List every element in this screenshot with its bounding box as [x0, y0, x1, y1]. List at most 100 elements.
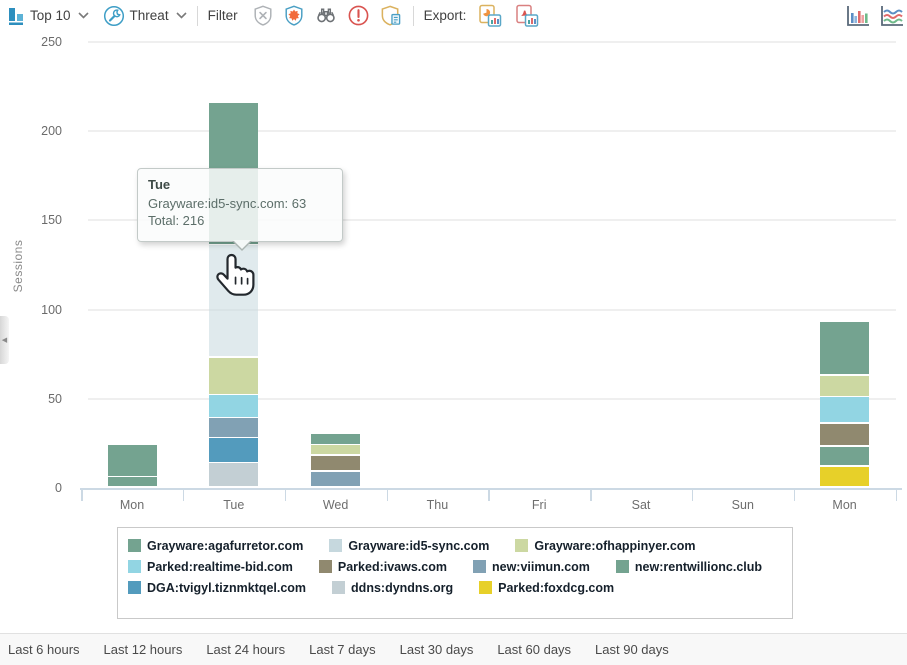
- legend-label: Grayware:id5-sync.com: [348, 539, 489, 553]
- toolbar: Top 10 Threat Filter: [0, 0, 907, 31]
- legend-label: Parked:realtime-bid.com: [147, 560, 293, 574]
- bar-segment[interactable]: [820, 322, 869, 374]
- x-axis-tick: [590, 490, 592, 501]
- tooltip-total: Total: 216: [148, 212, 332, 229]
- y-axis-tick-label: 100: [12, 303, 62, 317]
- legend-label: new:viimun.com: [492, 560, 590, 574]
- x-axis-tick: [692, 490, 694, 501]
- shield-malware-icon[interactable]: [283, 4, 305, 27]
- legend-swatch: [479, 581, 492, 594]
- legend-swatch: [515, 539, 528, 552]
- bar-segment[interactable]: [311, 456, 360, 471]
- bar-segment[interactable]: [209, 418, 258, 436]
- bar-segment[interactable]: [311, 445, 360, 454]
- x-axis-line: [80, 488, 902, 490]
- panel-collapse-handle[interactable]: ◀: [0, 316, 9, 364]
- stream-chart-view-icon[interactable]: [879, 4, 905, 28]
- time-range-link[interactable]: Last 6 hours: [8, 642, 80, 657]
- bar-segment[interactable]: [209, 245, 258, 356]
- export-label: Export:: [424, 8, 467, 23]
- bar-segment[interactable]: [311, 472, 360, 487]
- legend-item[interactable]: Parked:foxdcg.com: [479, 577, 614, 598]
- filter-label: Filter: [208, 8, 238, 23]
- legend-swatch: [128, 560, 141, 573]
- bar-segment[interactable]: [108, 477, 157, 486]
- x-axis-label: Sun: [703, 498, 783, 512]
- shield-x-icon[interactable]: [252, 4, 274, 27]
- chart-tooltip: Tue Grayware:id5-sync.com: 63 Total: 216: [137, 168, 343, 242]
- x-axis-tick: [285, 490, 287, 501]
- legend-swatch: [473, 560, 486, 573]
- column-chart-view-icon[interactable]: [845, 4, 871, 28]
- bar-segment[interactable]: [820, 447, 869, 465]
- wrench-icon: [103, 5, 125, 27]
- binoculars-icon[interactable]: [314, 4, 338, 27]
- bar-segment[interactable]: [108, 445, 157, 476]
- legend-item[interactable]: ddns:dyndns.org: [332, 577, 453, 598]
- top-n-label: Top 10: [30, 8, 71, 23]
- time-range-link[interactable]: Last 30 days: [400, 642, 474, 657]
- legend-label: ddns:dyndns.org: [351, 581, 453, 595]
- legend-item[interactable]: new:viimun.com: [473, 556, 590, 577]
- bar-segment[interactable]: [209, 438, 258, 461]
- bar-segment[interactable]: [209, 358, 258, 394]
- x-axis-tick: [81, 490, 83, 501]
- tooltip-title: Tue: [148, 177, 332, 192]
- x-axis-tick: [387, 490, 389, 501]
- legend-swatch: [128, 581, 141, 594]
- time-range-link[interactable]: Last 7 days: [309, 642, 376, 657]
- tooltip-series-value: Grayware:id5-sync.com: 63: [148, 195, 332, 212]
- legend-item[interactable]: Parked:realtime-bid.com: [128, 556, 293, 577]
- x-axis-label: Mon: [92, 498, 172, 512]
- legend-swatch: [128, 539, 141, 552]
- x-axis-tick: [794, 490, 796, 501]
- shield-log-icon[interactable]: [379, 4, 403, 27]
- bar-segment[interactable]: [820, 467, 869, 487]
- bar-segment[interactable]: [209, 395, 258, 417]
- legend-item[interactable]: Grayware:agafurretor.com: [128, 535, 303, 556]
- tooltip-arrow: [232, 241, 252, 251]
- bar-segment[interactable]: [820, 376, 869, 396]
- y-axis-title: Sessions: [11, 221, 25, 311]
- time-range-bar: Last 6 hours Last 12 hours Last 24 hours La…: [0, 633, 907, 665]
- legend-label: new:rentwillionc.club: [635, 560, 762, 574]
- bar-segment[interactable]: [209, 463, 258, 486]
- legend-swatch: [319, 560, 332, 573]
- time-range-link[interactable]: Last 12 hours: [104, 642, 183, 657]
- bar-segment[interactable]: [311, 434, 360, 443]
- x-axis-label: Fri: [499, 498, 579, 512]
- legend-label: Grayware:ofhappinyer.com: [534, 539, 695, 553]
- export-pdf-icon[interactable]: [515, 4, 540, 28]
- legend-item[interactable]: new:rentwillionc.club: [616, 556, 762, 577]
- y-axis-tick-label: 50: [12, 392, 62, 406]
- top-n-selector[interactable]: Top 10: [8, 6, 89, 26]
- toolbar-separator: [413, 6, 414, 26]
- time-range-link[interactable]: Last 24 hours: [206, 642, 285, 657]
- time-range-link[interactable]: Last 60 days: [497, 642, 571, 657]
- y-axis-tick-label: 200: [12, 124, 62, 138]
- x-axis-tick: [183, 490, 185, 501]
- attribute-selector[interactable]: Threat: [103, 5, 187, 27]
- legend-label: Parked:ivaws.com: [338, 560, 447, 574]
- x-axis-label: Wed: [296, 498, 376, 512]
- bar-segment[interactable]: [820, 424, 869, 446]
- bar-segment[interactable]: [820, 397, 869, 422]
- legend-item[interactable]: Grayware:ofhappinyer.com: [515, 535, 695, 556]
- alert-circle-icon[interactable]: [347, 4, 370, 27]
- y-axis-tick-label: 0: [12, 481, 62, 495]
- threat-dashboard: Top 10 Threat Filter: [0, 0, 907, 665]
- legend-item[interactable]: Parked:ivaws.com: [319, 556, 447, 577]
- gridline: [88, 41, 896, 43]
- legend-item[interactable]: Grayware:id5-sync.com: [329, 535, 489, 556]
- bar-chart-icon: [8, 6, 25, 26]
- x-axis-label: Sat: [601, 498, 681, 512]
- legend-item[interactable]: DGA:tvigyl.tiznmktqel.com: [128, 577, 306, 598]
- chevron-left-icon: ◀: [2, 336, 7, 344]
- attribute-label: Threat: [130, 8, 169, 23]
- export-report-icon[interactable]: [478, 4, 503, 28]
- stacked-bar-chart: Sessions 050100150200250MonTueWedThuFriS…: [0, 31, 907, 523]
- toolbar-separator: [197, 6, 198, 26]
- legend-swatch: [616, 560, 629, 573]
- time-range-link[interactable]: Last 90 days: [595, 642, 669, 657]
- x-axis-label: Thu: [397, 498, 477, 512]
